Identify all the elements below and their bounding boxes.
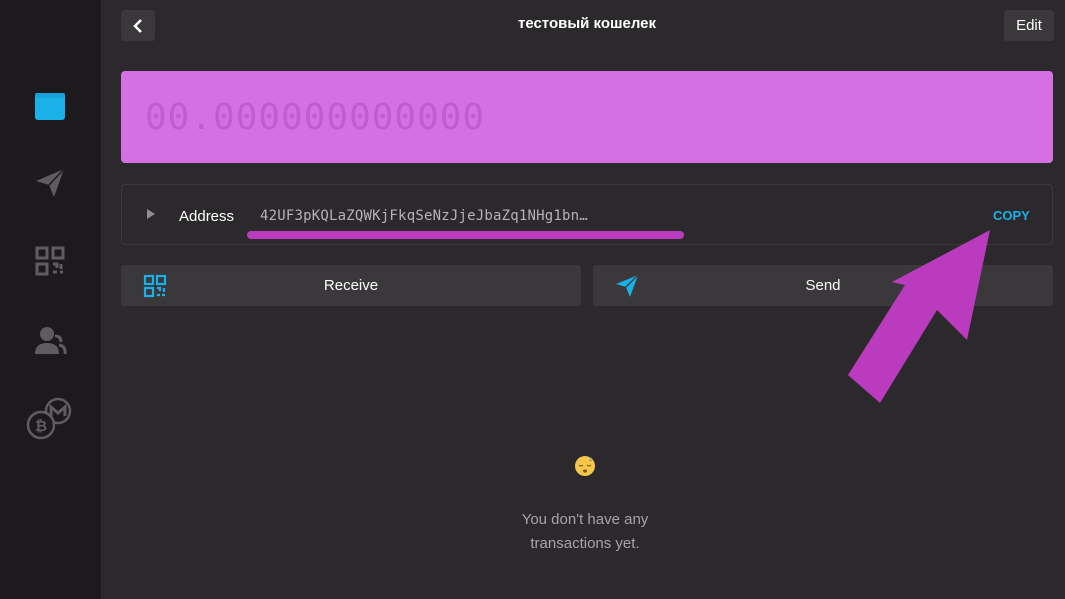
send-label: Send: [805, 277, 841, 294]
copy-button[interactable]: COPY: [993, 208, 1030, 223]
receive-button[interactable]: Receive: [121, 265, 581, 306]
wallet-icon[interactable]: [30, 86, 70, 126]
send-button[interactable]: Send: [593, 265, 1053, 306]
main-panel: тестовый кошелек Edit 00.000000000000 Ad…: [101, 0, 1065, 599]
coins-icon[interactable]: ₿: [24, 397, 74, 443]
address-label: Address: [179, 208, 235, 225]
expand-triangle-icon[interactable]: [146, 208, 156, 220]
page-title: тестовый кошелек: [517, 15, 657, 32]
address-panel: Address 42UF3pKQLaZQWKjFkqSeNzJjeJbaZq1N…: [121, 184, 1053, 245]
annotation-underline: [247, 231, 684, 239]
address-value[interactable]: 42UF3pKQLaZQWKjFkqSeNzJjeJbaZq1NHg1bn…: [260, 208, 588, 224]
svg-text:z: z: [589, 456, 592, 463]
receive-label: Receive: [323, 277, 379, 294]
qr-code-icon[interactable]: [30, 241, 70, 281]
balance-value: 00.000000000000: [145, 96, 486, 138]
balance-card: 00.000000000000: [121, 71, 1053, 163]
svg-text:₿: ₿: [35, 417, 47, 435]
sidebar: ₿: [0, 0, 101, 599]
contacts-icon[interactable]: [30, 320, 70, 360]
empty-state-message: You don't have any transactions yet.: [485, 508, 685, 556]
send-icon[interactable]: [30, 163, 70, 203]
edit-button[interactable]: Edit: [1004, 10, 1054, 41]
empty-state-line-2: transactions yet.: [530, 535, 640, 552]
sleeping-face-icon: z: [575, 456, 595, 476]
empty-state-line-1: You don't have any: [521, 511, 649, 528]
